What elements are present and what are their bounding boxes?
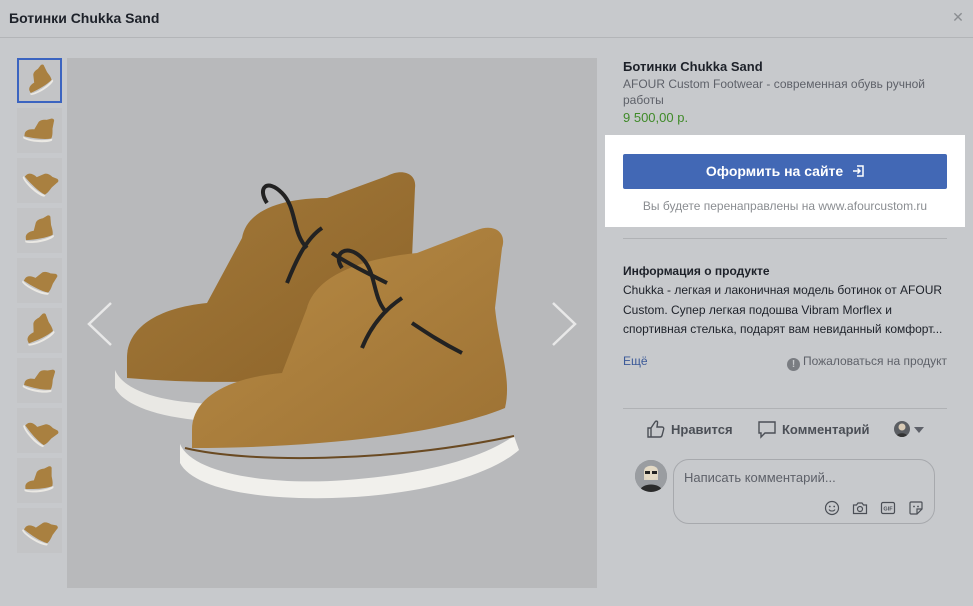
- svg-text:GIF: GIF: [883, 507, 893, 513]
- external-link-icon: [853, 165, 864, 177]
- report-product-link[interactable]: ! Пожаловаться на продукт: [786, 354, 947, 371]
- shoes-photo: [115, 172, 519, 499]
- redirect-note: Вы будете перенаправлены на www.afourcus…: [642, 199, 928, 213]
- thumbnail-strip: [17, 58, 63, 558]
- thumbnail[interactable]: [17, 208, 62, 253]
- thumbnail[interactable]: [17, 108, 62, 153]
- comment-box: GIF: [673, 459, 935, 524]
- divider: [623, 238, 947, 239]
- report-label: Пожаловаться на продукт: [802, 354, 947, 368]
- product-subtitle: AFOUR Custom Footwear - современная обув…: [623, 77, 925, 107]
- thumbnail[interactable]: [17, 508, 62, 553]
- thumbnail[interactable]: [17, 308, 62, 353]
- chevron-right-icon[interactable]: [549, 301, 579, 347]
- avatar: [635, 460, 667, 492]
- comment-label: Комментарий: [782, 422, 870, 437]
- like-label: Нравится: [671, 422, 733, 437]
- dialog-title: Ботинки Chukka Sand: [9, 10, 160, 26]
- info-description: Chukka - легкая и лаконичная модель боти…: [623, 283, 943, 336]
- action-bar: Нравится Комментарий: [646, 419, 946, 441]
- sticker-icon[interactable]: [908, 500, 924, 516]
- checkout-button[interactable]: Оформить на сайте: [623, 154, 947, 189]
- checkout-box: Оформить на сайте Вы будете перенаправле…: [605, 135, 965, 227]
- comment-tools: GIF: [824, 500, 924, 516]
- more-link[interactable]: Ещё: [623, 354, 648, 368]
- chevron-left-icon[interactable]: [85, 301, 115, 347]
- gif-icon[interactable]: GIF: [880, 500, 896, 516]
- product-price: 9 500,00 р.: [623, 110, 689, 125]
- divider: [623, 408, 947, 409]
- dialog-header: Ботинки Chukka Sand ✕: [0, 0, 973, 38]
- thumbnail[interactable]: [17, 408, 62, 453]
- checkout-button-label: Оформить на сайте: [705, 163, 844, 179]
- thumbnail[interactable]: [17, 158, 62, 203]
- thumbnail[interactable]: [17, 358, 62, 403]
- comment-input[interactable]: [684, 468, 924, 486]
- thumbnail[interactable]: [17, 58, 62, 103]
- info-title: Информация о продукте: [623, 264, 770, 278]
- product-image: [67, 58, 597, 588]
- product-info-panel: Ботинки Chukka Sand AFOUR Custom Footwea…: [623, 58, 949, 127]
- camera-icon[interactable]: [852, 500, 868, 516]
- comment-icon: [758, 421, 776, 439]
- chevron-down-icon: [914, 427, 924, 433]
- avatar: [894, 421, 910, 437]
- product-title: Ботинки Chukka Sand: [623, 59, 763, 74]
- warning-icon: !: [786, 358, 800, 371]
- thumbs-up-icon: [647, 420, 665, 438]
- identity-switcher[interactable]: [894, 421, 924, 439]
- thumbnail[interactable]: [17, 458, 62, 503]
- thumbnail[interactable]: [17, 258, 62, 303]
- emoji-icon[interactable]: [824, 500, 840, 516]
- close-icon[interactable]: ✕: [951, 10, 965, 24]
